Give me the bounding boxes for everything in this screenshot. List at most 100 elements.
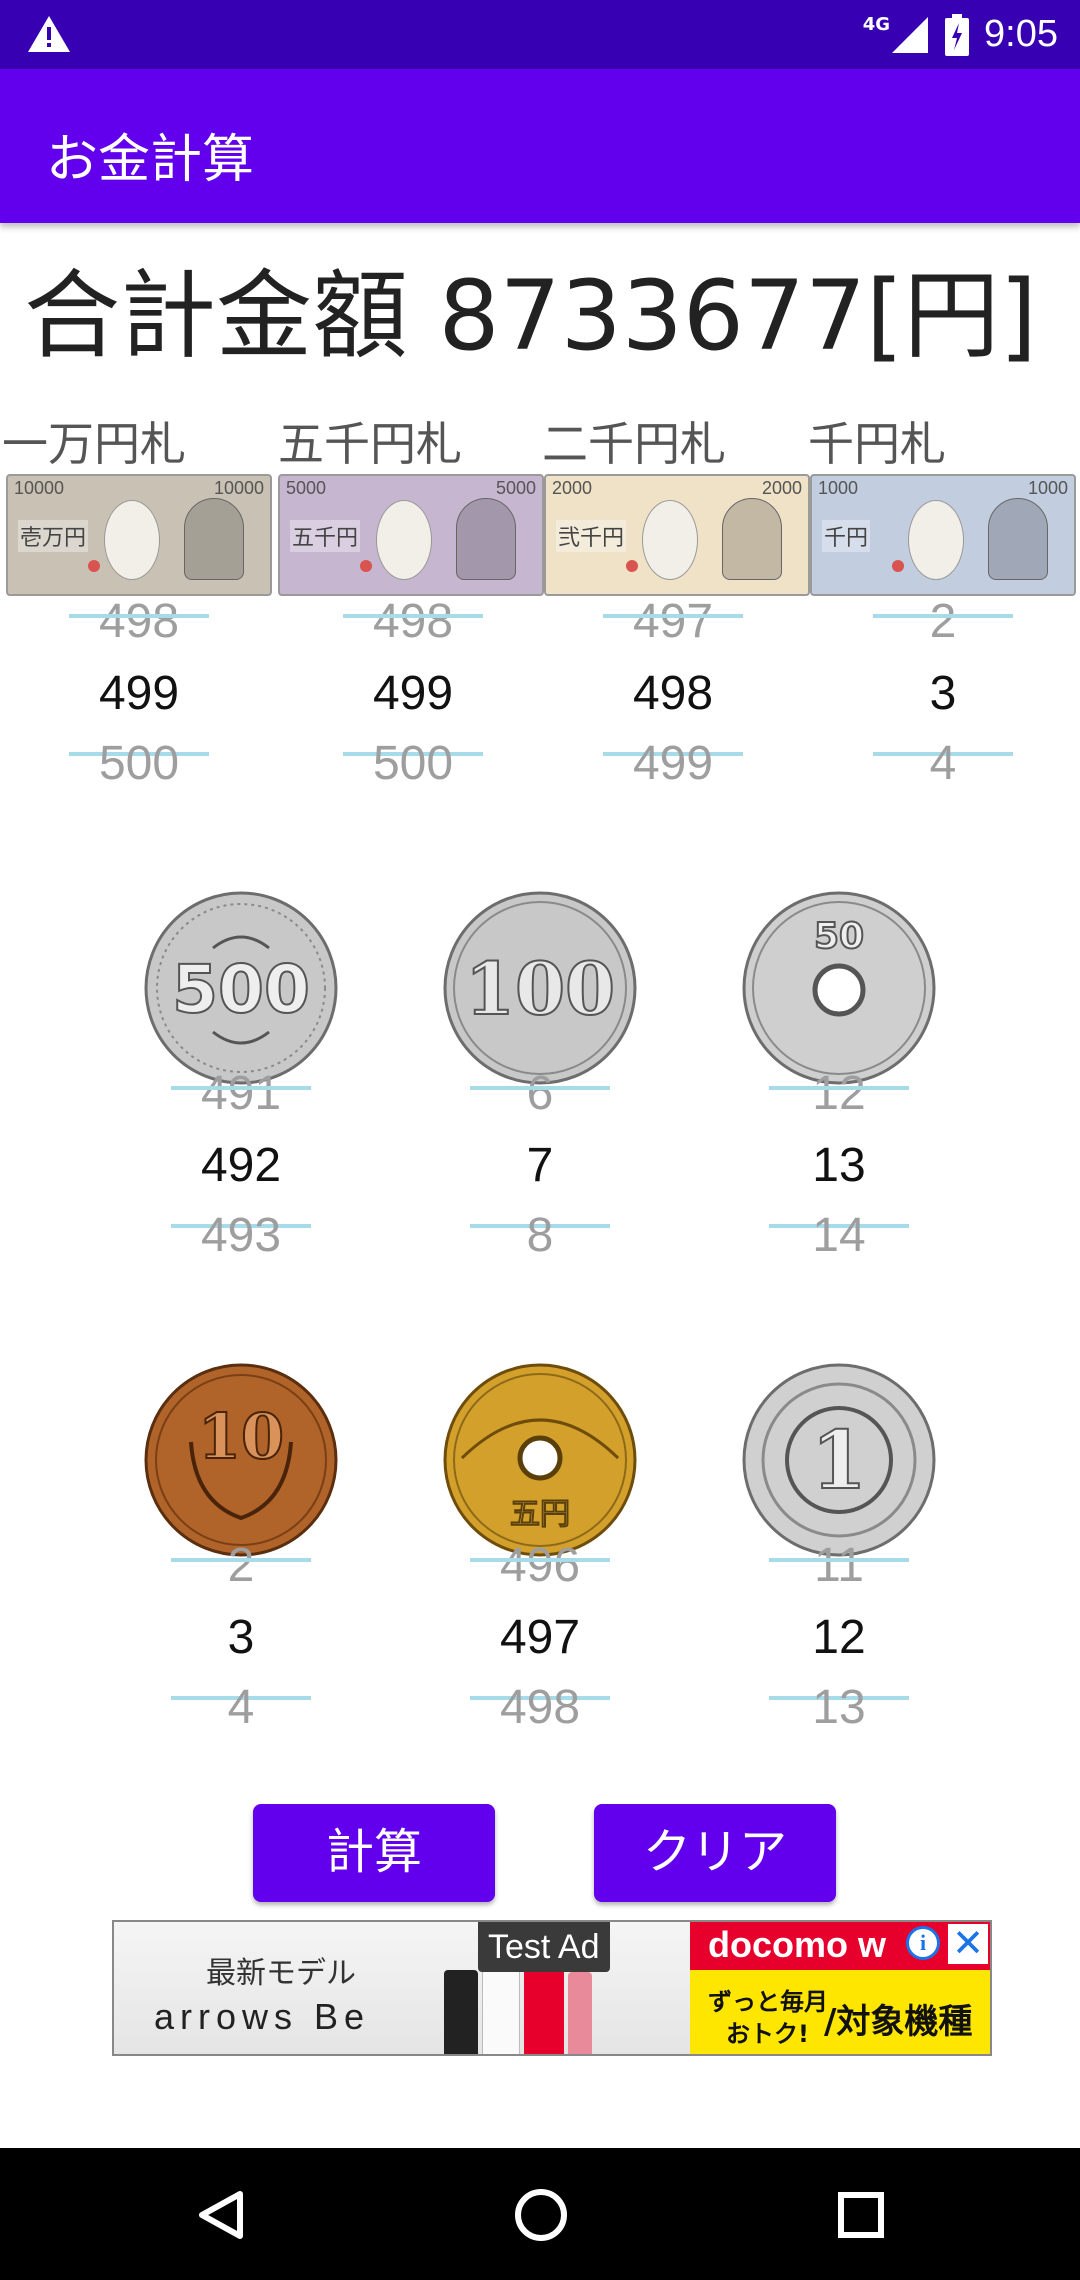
ad-right-line-1: ずっと毎月 [708, 1988, 828, 2016]
picker-next-value[interactable]: 493 [126, 1206, 356, 1266]
picker-current-value[interactable]: 499 [298, 664, 528, 724]
app-bar: お金計算 [0, 69, 1080, 223]
coin-50-yen-icon: 50 [742, 891, 936, 1085]
bill-seal [892, 560, 904, 572]
picker-divider [769, 1086, 909, 1090]
picker-prev-value[interactable]: 496 [425, 1536, 655, 1596]
picker-current-value[interactable]: 497 [425, 1608, 655, 1668]
ad-right-panel: docomo w ずっと毎月 おトク! /対象機種 [690, 1922, 990, 2054]
bill-seal [626, 560, 638, 572]
coin-10-count-picker[interactable]: 2 3 4 [126, 1539, 356, 1738]
bill-10000-count-picker[interactable]: 498 499 500 [24, 595, 254, 794]
ad-line-2: arrows Be [154, 1996, 371, 2037]
coin-1-yen-icon: 1 [742, 1363, 936, 1557]
bill-2000-count-picker[interactable]: 497 498 499 [558, 595, 788, 794]
battery-icon [945, 13, 970, 56]
picker-current-value[interactable]: 3 [828, 664, 1058, 724]
signal-icon [892, 16, 929, 53]
picker-divider [171, 1558, 311, 1562]
bill-seal [88, 560, 100, 572]
bill-denomination-top-right: 10000 [213, 478, 264, 498]
picker-prev-value[interactable]: 497 [558, 592, 788, 652]
clock: 9:05 [984, 13, 1058, 55]
ad-test-badge: Test Ad [478, 1922, 610, 1972]
recents-icon[interactable] [838, 2192, 884, 2238]
bill-denomination-top-left: 5000 [286, 478, 327, 498]
picker-current-value[interactable]: 13 [724, 1136, 954, 1196]
coin-5-count-picker[interactable]: 496 497 498 [425, 1539, 655, 1738]
bill-1000-count-picker[interactable]: 2 3 4 [828, 595, 1058, 794]
picker-prev-value[interactable]: 6 [425, 1064, 655, 1124]
picker-current-value[interactable]: 499 [24, 664, 254, 724]
bill-watermark-oval [376, 500, 432, 580]
ad-close-icon[interactable]: ✕ [948, 1924, 988, 1964]
picker-prev-value[interactable]: 11 [724, 1536, 954, 1596]
picker-prev-value[interactable]: 491 [126, 1064, 356, 1124]
bill-1000-image: 1000 1000 千円 [810, 474, 1076, 596]
picker-divider [470, 1558, 610, 1562]
bill-5000-image: 5000 5000 五千円 [278, 474, 544, 596]
picker-divider [171, 1086, 311, 1090]
bill-denomination-top-left: 1000 [818, 478, 859, 498]
picker-current-value[interactable]: 3 [126, 1608, 356, 1668]
picker-prev-value[interactable]: 498 [298, 592, 528, 652]
bill-seal [360, 560, 372, 572]
bill-2000-image: 2000 2000 弐千円 [544, 474, 810, 596]
coin-100-count-picker[interactable]: 6 7 8 [425, 1067, 655, 1266]
coin-100-yen-icon: 100 [443, 891, 637, 1085]
picker-current-value[interactable]: 12 [724, 1608, 954, 1668]
picker-prev-value[interactable]: 12 [724, 1064, 954, 1124]
picker-next-value[interactable]: 13 [724, 1678, 954, 1738]
ad-info-icon[interactable]: i [906, 1926, 940, 1960]
picker-current-value[interactable]: 7 [425, 1136, 655, 1196]
bill-5000-count-picker[interactable]: 498 499 500 [298, 595, 528, 794]
bill-denomination-top-right: 2000 [761, 478, 802, 498]
ad-brand: docomo w [708, 1924, 886, 1965]
status-bar: 4G 9:05 [0, 0, 1080, 69]
app-title: お金計算 [46, 130, 255, 190]
bill-denomination-top-left: 10000 [14, 478, 65, 498]
picker-next-value[interactable]: 8 [425, 1206, 655, 1266]
picker-next-value[interactable]: 498 [425, 1678, 655, 1738]
picker-next-value[interactable]: 4 [126, 1678, 356, 1738]
bill-watermark-oval [104, 500, 160, 580]
bill-label-2000: 二千円札 [542, 417, 726, 471]
picker-next-value[interactable]: 500 [24, 734, 254, 794]
coin-500-count-picker[interactable]: 491 492 493 [126, 1067, 356, 1266]
picker-next-value[interactable]: 14 [724, 1206, 954, 1266]
coin-10-yen-icon: 10 [144, 1363, 338, 1557]
bill-name: 五千円 [290, 520, 361, 552]
bill-label-5000: 五千円札 [278, 417, 462, 471]
picker-divider [603, 614, 743, 618]
picker-divider [769, 1558, 909, 1562]
bill-watermark-oval [642, 500, 698, 580]
picker-next-value[interactable]: 500 [298, 734, 528, 794]
picker-current-value[interactable]: 492 [126, 1136, 356, 1196]
bill-label-10000: 一万円札 [2, 417, 186, 471]
picker-prev-value[interactable]: 2 [126, 1536, 356, 1596]
clear-button[interactable]: クリア [594, 1804, 836, 1902]
home-icon[interactable] [514, 2188, 568, 2242]
bill-watermark-oval [908, 500, 964, 580]
svg-text:50: 50 [814, 916, 864, 957]
picker-divider [343, 614, 483, 618]
calculate-button[interactable]: 計算 [253, 1804, 495, 1902]
picker-current-value[interactable]: 498 [558, 664, 788, 724]
ad-banner[interactable]: 最新モデル arrows Be Test Ad docomo w ずっと毎月 お… [112, 1920, 992, 2056]
picker-prev-value[interactable]: 498 [24, 592, 254, 652]
picker-next-value[interactable]: 4 [828, 734, 1058, 794]
coin-1-count-picker[interactable]: 11 12 13 [724, 1539, 954, 1738]
picker-prev-value[interactable]: 2 [828, 592, 1058, 652]
bill-name: 千円 [822, 520, 871, 552]
svg-text:10: 10 [198, 1400, 284, 1473]
bill-label-1000: 千円札 [808, 417, 946, 471]
bill-portrait [988, 498, 1048, 580]
picker-next-value[interactable]: 499 [558, 734, 788, 794]
bill-denomination-top-left: 2000 [552, 478, 593, 498]
coin-50-count-picker[interactable]: 12 13 14 [724, 1067, 954, 1266]
warning-icon [28, 16, 70, 52]
coin-500-yen-icon: 500 [144, 891, 338, 1085]
back-icon[interactable] [196, 2190, 246, 2240]
coin-5-yen-label: 五円 [510, 1497, 570, 1532]
bill-denomination-top-right: 5000 [495, 478, 536, 498]
